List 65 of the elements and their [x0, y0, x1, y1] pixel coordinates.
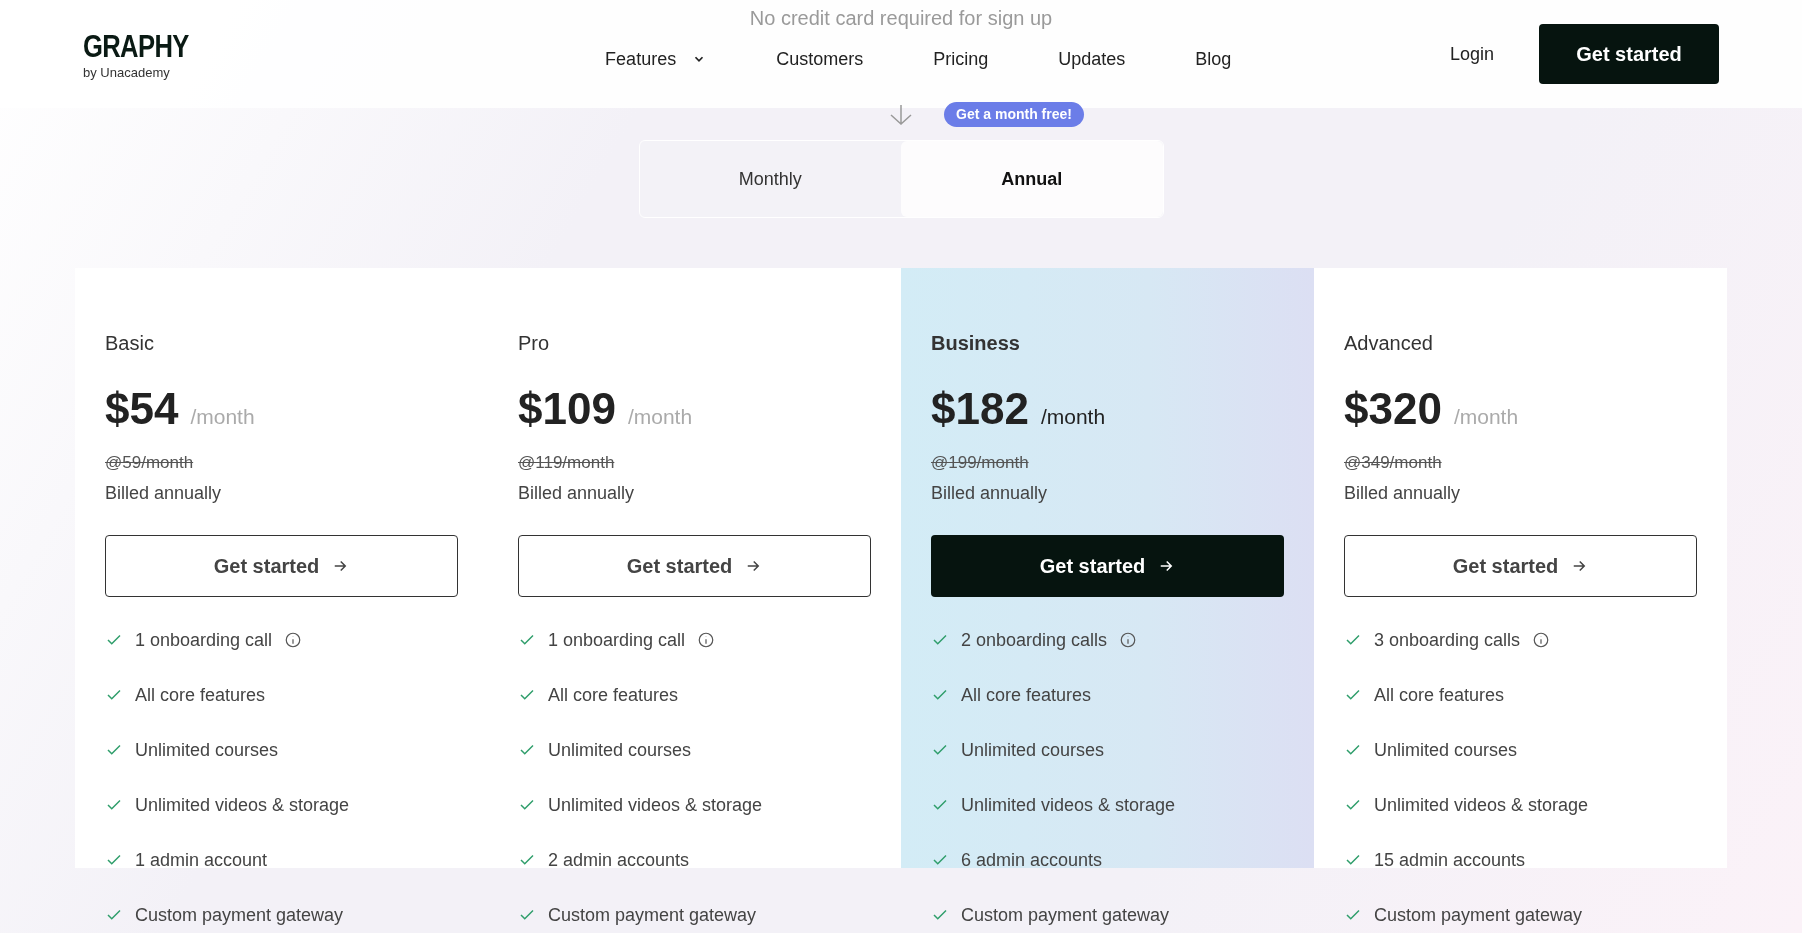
info-icon[interactable]: [1119, 631, 1138, 649]
nav-link[interactable]: Features: [605, 45, 707, 73]
feature-text: Custom payment gateway: [135, 903, 344, 927]
feature-text: 6 admin accounts: [961, 848, 1103, 872]
info-icon[interactable]: [1532, 631, 1551, 649]
nav-link[interactable]: Updates: [1058, 45, 1126, 73]
billing-note: Billed annually: [1344, 481, 1462, 505]
logo-tagline: by Unacademy: [83, 65, 171, 79]
price-period: /month: [190, 404, 255, 430]
login-link[interactable]: Login: [1449, 40, 1494, 68]
feature-text: All core features: [135, 683, 266, 707]
price-period: /month: [627, 404, 693, 430]
feature-text: All core features: [548, 683, 679, 707]
plan-get-started-button[interactable]: Get started: [1344, 534, 1697, 597]
feature-text: 15 admin accounts: [1374, 848, 1526, 872]
feature-text: All core features: [1374, 683, 1505, 707]
plan-price: $320: [1344, 383, 1442, 435]
plan-name: Business: [931, 331, 1021, 356]
feature-text: 1 admin account: [135, 848, 268, 872]
feature-text: Unlimited videos & storage: [548, 793, 763, 817]
feature-text: 1 onboarding call: [135, 628, 273, 652]
feature-text: 2 admin accounts: [548, 848, 690, 872]
old-price: @119/month: [518, 452, 616, 474]
plan-name: Advanced: [1344, 331, 1434, 356]
plan-get-started-button[interactable]: Get started: [105, 534, 458, 597]
billing-note: Billed annually: [105, 481, 223, 505]
get-started-button[interactable]: Get started: [1539, 24, 1719, 84]
plan-price: $54: [105, 383, 179, 435]
plan-price: $182: [931, 383, 1029, 435]
plan-get-started-button[interactable]: Get started: [518, 534, 871, 597]
nav-link[interactable]: Customers: [776, 45, 864, 73]
billing-tab[interactable]: Annual: [901, 141, 1163, 217]
free-month-badge: Get a month free!: [944, 102, 1084, 127]
feature-text: Custom payment gateway: [1374, 903, 1583, 927]
price-period: /month: [1040, 404, 1106, 430]
old-price: @349/month: [1344, 452, 1443, 474]
plan-name: Basic: [105, 331, 155, 356]
plan-name: Pro: [518, 331, 551, 356]
logo[interactable]: GRAPHY: [83, 29, 189, 62]
feature-text: Unlimited courses: [1374, 738, 1518, 762]
feature-text: Custom payment gateway: [548, 903, 757, 927]
feature-text: Unlimited courses: [548, 738, 692, 762]
old-price: @199/month: [931, 452, 1030, 474]
feature-text: Unlimited videos & storage: [1374, 793, 1589, 817]
plan-price: $109: [518, 383, 616, 435]
no-credit-card-note: No credit card required for sign up: [749, 6, 1053, 30]
feature-text: All core features: [961, 683, 1092, 707]
feature-text: 3 onboarding calls: [1374, 628, 1521, 652]
price-period: /month: [1453, 404, 1519, 430]
feature-text: Custom payment gateway: [961, 903, 1170, 927]
feature-text: 1 onboarding call: [548, 628, 686, 652]
info-icon[interactable]: [284, 631, 303, 649]
feature-text: Unlimited videos & storage: [135, 793, 350, 817]
plan-get-started-button[interactable]: Get started: [931, 534, 1284, 597]
feature-text: Unlimited videos & storage: [961, 793, 1176, 817]
feature-text: Unlimited courses: [135, 738, 279, 762]
feature-text: 2 onboarding calls: [961, 628, 1108, 652]
billing-note: Billed annually: [518, 481, 636, 505]
nav-link[interactable]: Pricing: [933, 45, 989, 73]
billing-note: Billed annually: [931, 481, 1049, 505]
feature-text: Unlimited courses: [961, 738, 1105, 762]
old-price: @59/month: [105, 452, 195, 474]
info-icon[interactable]: [697, 631, 716, 649]
nav-link[interactable]: Blog: [1195, 45, 1232, 73]
billing-tab[interactable]: Monthly: [639, 141, 901, 217]
